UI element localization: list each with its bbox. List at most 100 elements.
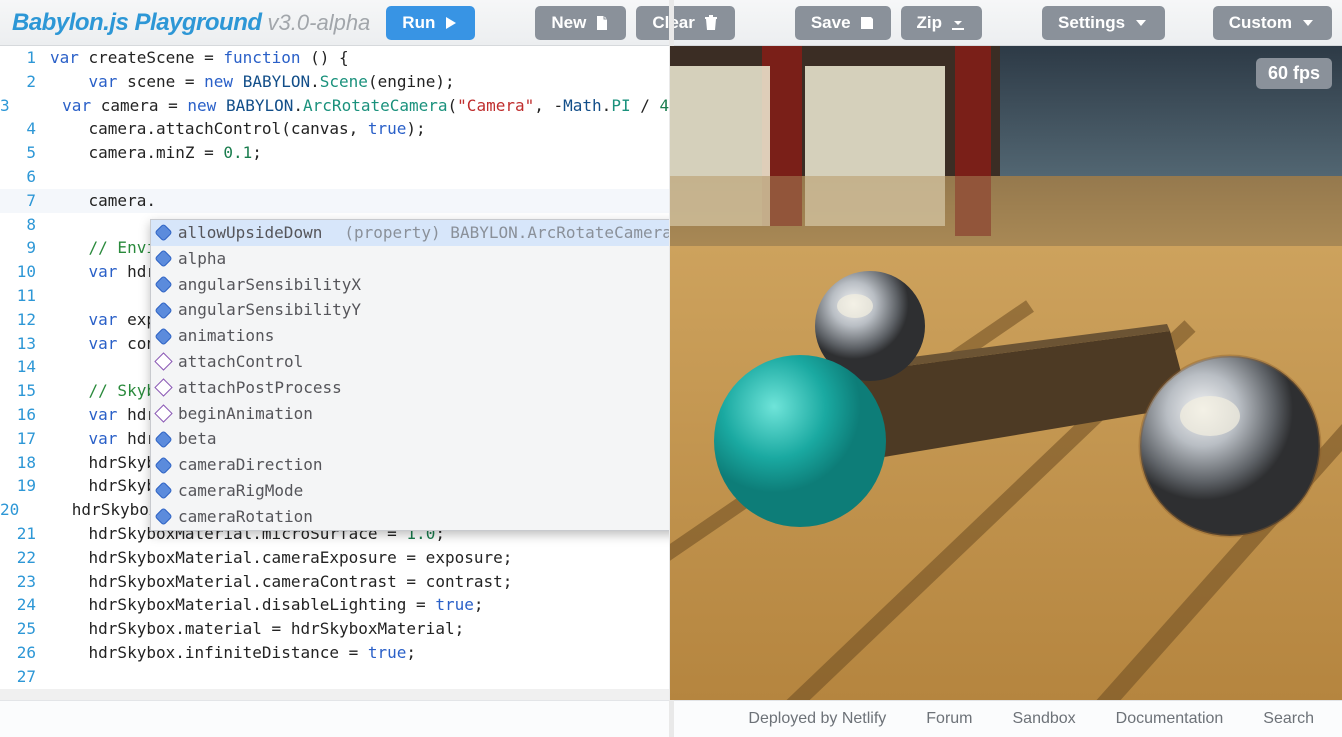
line-number: 6 <box>0 165 50 189</box>
custom-button[interactable]: Custom <box>1213 6 1332 40</box>
method-icon <box>154 378 172 396</box>
code-text[interactable]: var createScene = function () { <box>50 46 349 70</box>
code-text[interactable]: var hdr <box>50 427 156 451</box>
trash-icon <box>703 15 719 31</box>
property-icon <box>154 224 172 242</box>
code-text[interactable]: var hdr <box>50 260 156 284</box>
zip-button[interactable]: Zip <box>901 6 983 40</box>
code-line[interactable]: 1var createScene = function () { <box>0 46 669 70</box>
render-canvas-pane[interactable]: 60 fps <box>670 46 1342 700</box>
new-button[interactable]: New <box>535 6 626 40</box>
method-icon <box>154 353 172 371</box>
code-line[interactable]: 22 hdrSkyboxMaterial.cameraExposure = ex… <box>0 546 669 570</box>
code-line[interactable]: 23 hdrSkyboxMaterial.cameraContrast = co… <box>0 570 669 594</box>
line-number: 18 <box>0 451 50 475</box>
code-line[interactable]: 26 hdrSkybox.infiniteDistance = true; <box>0 641 669 665</box>
code-text[interactable]: hdrSkybox.infiniteDistance = true; <box>50 641 416 665</box>
clear-button[interactable]: Clear <box>636 6 735 40</box>
autocomplete-item[interactable]: attachControl <box>151 349 670 375</box>
logo: Babylon.js Playground v3.0-alpha <box>10 9 376 37</box>
line-number: 16 <box>0 403 50 427</box>
autocomplete-label: alpha <box>178 248 226 270</box>
code-line[interactable]: 3 var camera = new BABYLON.ArcRotateCame… <box>0 94 669 118</box>
logo-title: Babylon.js Playground <box>12 9 262 37</box>
line-number: 14 <box>0 355 50 379</box>
footer-link-search[interactable]: Search <box>1263 710 1314 728</box>
logo-version: v3.0-alpha <box>268 10 371 36</box>
footer-deployed: Deployed by Netlify <box>748 710 886 728</box>
autocomplete-item[interactable]: animations <box>151 323 670 349</box>
autocomplete-item[interactable]: beginAnimation <box>151 401 670 427</box>
property-icon <box>154 507 172 525</box>
code-text[interactable]: camera.attachControl(canvas, true); <box>50 117 426 141</box>
code-line[interactable]: 5 camera.minZ = 0.1; <box>0 141 669 165</box>
autocomplete-item[interactable]: cameraRotation <box>151 504 670 530</box>
code-text[interactable]: hdrSkyboxMaterial.disableLighting = true… <box>50 593 483 617</box>
autocomplete-label: attachControl <box>178 351 303 373</box>
line-number: 27 <box>0 665 50 689</box>
code-line[interactable]: 7 camera. <box>0 189 669 213</box>
code-text[interactable]: var con <box>50 332 156 356</box>
code-text[interactable]: hdrSkyboxMaterial.cameraExposure = expos… <box>50 546 512 570</box>
render-canvas[interactable] <box>670 46 1342 700</box>
code-text[interactable]: var camera = new BABYLON.ArcRotateCamera… <box>24 94 670 118</box>
code-text[interactable]: hdrSkyboxMaterial.cameraContrast = contr… <box>50 570 512 594</box>
autocomplete-item[interactable]: beta <box>151 426 670 452</box>
line-number: 10 <box>0 260 50 284</box>
code-text[interactable]: hdrSkyb <box>50 451 156 475</box>
line-number: 2 <box>0 70 50 94</box>
autocomplete-item[interactable]: cameraRigMode <box>151 478 670 504</box>
autocomplete-label: cameraDirection <box>178 454 323 476</box>
footer-link-documentation[interactable]: Documentation <box>1116 710 1224 728</box>
autocomplete-item[interactable]: angularSensibilityY <box>151 297 670 323</box>
code-line[interactable]: 4 camera.attachControl(canvas, true); <box>0 117 669 141</box>
code-text[interactable]: camera. <box>50 189 156 213</box>
save-icon <box>859 15 875 31</box>
autocomplete-label: angularSensibilityY <box>178 299 361 321</box>
save-label: Save <box>811 13 851 33</box>
autocomplete-popup[interactable]: allowUpsideDown(property) BABYLON.ArcRot… <box>150 219 670 531</box>
code-text[interactable]: var exp <box>50 308 156 332</box>
method-icon <box>154 404 172 422</box>
code-line[interactable]: 24 hdrSkyboxMaterial.disableLighting = t… <box>0 593 669 617</box>
line-number: 5 <box>0 141 50 165</box>
autocomplete-item[interactable]: attachPostProcess <box>151 375 670 401</box>
play-icon <box>443 15 459 31</box>
main-split: 1var createScene = function () {2 var sc… <box>0 46 1342 700</box>
autocomplete-hint: (property) BABYLON.ArcRotateCamera.… <box>344 222 670 244</box>
property-icon <box>154 430 172 448</box>
autocomplete-item[interactable]: angularSensibilityX <box>151 272 670 298</box>
line-number: 11 <box>0 284 50 308</box>
settings-label: Settings <box>1058 13 1125 33</box>
code-line[interactable]: 6 <box>0 165 669 189</box>
code-editor[interactable]: 1var createScene = function () {2 var sc… <box>0 46 670 700</box>
line-number: 1 <box>0 46 50 70</box>
code-text[interactable]: // Skyb <box>50 379 156 403</box>
save-button[interactable]: Save <box>795 6 891 40</box>
new-label: New <box>551 13 586 33</box>
code-text[interactable]: hdrSkyb <box>50 474 156 498</box>
chevron-down-icon <box>1300 15 1316 31</box>
code-line[interactable]: 27 <box>0 665 669 689</box>
code-text[interactable]: var hdr <box>50 403 156 427</box>
run-button[interactable]: Run <box>386 6 475 40</box>
autocomplete-item[interactable]: cameraDirection <box>151 452 670 478</box>
settings-button[interactable]: Settings <box>1042 6 1165 40</box>
line-number: 19 <box>0 474 50 498</box>
line-number: 17 <box>0 427 50 451</box>
code-text[interactable]: var scene = new BABYLON.Scene(engine); <box>50 70 455 94</box>
line-number: 22 <box>0 546 50 570</box>
code-text[interactable]: camera.minZ = 0.1; <box>50 141 262 165</box>
code-line <box>0 689 669 700</box>
footer-link-sandbox[interactable]: Sandbox <box>1013 710 1076 728</box>
code-line[interactable]: 2 var scene = new BABYLON.Scene(engine); <box>0 70 669 94</box>
code-text[interactable]: hdrSkybox.material = hdrSkyboxMaterial; <box>50 617 464 641</box>
custom-label: Custom <box>1229 13 1292 33</box>
code-text[interactable]: // Envi <box>50 236 156 260</box>
code-line[interactable]: 25 hdrSkybox.material = hdrSkyboxMateria… <box>0 617 669 641</box>
autocomplete-item[interactable]: allowUpsideDown(property) BABYLON.ArcRot… <box>151 220 670 246</box>
file-icon <box>594 15 610 31</box>
footer-link-forum[interactable]: Forum <box>926 710 972 728</box>
autocomplete-item[interactable]: alpha <box>151 246 670 272</box>
property-icon <box>154 456 172 474</box>
